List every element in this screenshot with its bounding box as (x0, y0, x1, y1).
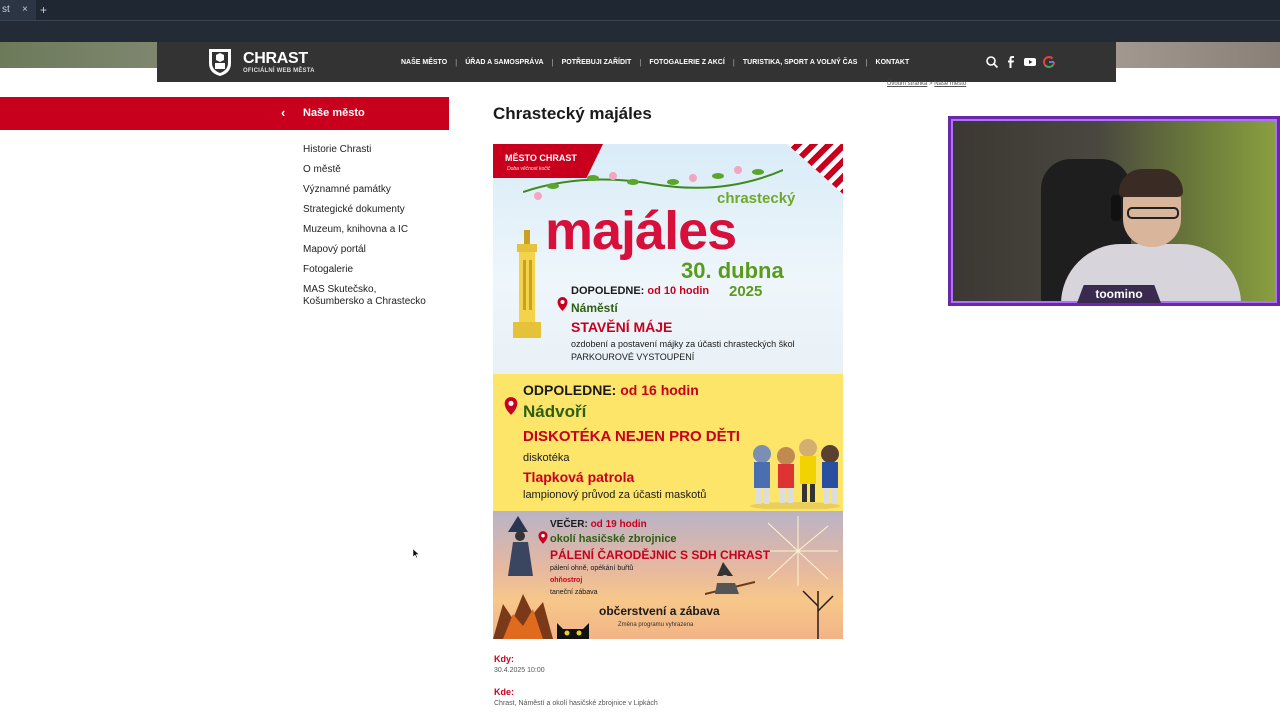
browser-tabbar: st × + (0, 0, 1280, 20)
nav-kontakt[interactable]: KONTAKT (872, 59, 914, 66)
nav-potrebuji-zaridit[interactable]: POTŘEBUJI ZAŘÍDIT (558, 59, 636, 66)
new-tab-button[interactable]: + (40, 0, 47, 20)
poster-evening-time: od 19 hodin (590, 519, 647, 530)
poster-afternoon-event: DISKOTÉKA NEJEN PRO DĚTI (523, 428, 740, 445)
breadcrumb-home[interactable]: Úvodní stránka (887, 81, 927, 87)
youtube-icon[interactable] (1023, 55, 1037, 69)
poster-afternoon-desc: diskotéka (523, 452, 570, 464)
nav-separator: | (639, 57, 642, 67)
event-when-label: Kdy: (494, 654, 514, 664)
event-where-value: Chrast, Náměstí a okolí hasičské zbrojni… (494, 700, 658, 707)
page-title: Chrastecký majáles (493, 104, 652, 123)
poster-afternoon-place: Nádvoří (523, 402, 587, 421)
site-brand[interactable]: CHRAST (243, 50, 308, 68)
event-when-value: 30.4.2025 10:00 (494, 667, 545, 674)
nav-nase-mesto[interactable]: NAŠE MĚSTO (397, 59, 451, 66)
poster-morning-time: od 10 hodin (647, 285, 710, 297)
poster-evening-label: VEČER: od 19 hodin (550, 519, 647, 530)
tab-label: st (2, 4, 10, 15)
poster-morning-desc: ozdobení a postavení májky za účasti chr… (571, 339, 795, 349)
poster-morning-place: Náměstí (571, 301, 618, 315)
poster-evening-label-text: VEČER: (550, 519, 588, 530)
event-where-label: Kde: (494, 687, 514, 697)
site-navbar: CHRAST OFICIÁLNÍ WEB MĚSTA NAŠE MĚSTO | … (157, 42, 1116, 82)
close-tab-icon[interactable]: × (22, 0, 28, 20)
poster-afternoon-special: Tlapková patrola (523, 469, 635, 485)
poster-evening-place: okolí hasičské zbrojnice (550, 533, 677, 545)
nav-separator: | (455, 57, 458, 67)
sidebar-item-muzeum[interactable]: Muzeum, knihovna a IC (303, 224, 453, 236)
nav-fotogalerie[interactable]: FOTOGALERIE Z AKCÍ (645, 59, 728, 66)
sidebar-item-mas-line2: Košumbersko a Chrastecko (303, 296, 426, 307)
facebook-icon[interactable] (1004, 55, 1018, 69)
poster-year: 2025 (729, 283, 763, 300)
witch-figure-left (508, 516, 533, 576)
location-pin-icon (538, 531, 548, 544)
poster-afternoon-label-text: ODPOLEDNE: (523, 382, 617, 398)
breadcrumb-separator: > (929, 81, 933, 87)
webcam-frame-border (951, 119, 1277, 303)
sidebar-item-pamatky[interactable]: Významné památky (303, 184, 453, 196)
poster-afternoon-desc2: lampionový průvod za účasti maskotů (523, 489, 707, 501)
google-icon[interactable] (1042, 55, 1056, 69)
poster-evening-event: PÁLENÍ ČARODĚJNIC S SDH CHRAST (550, 548, 771, 562)
browser-toolbar (0, 20, 1280, 42)
witch-on-broom-illustration (705, 562, 755, 595)
black-cat-illustration (557, 623, 589, 639)
sidebar-item-fotogalerie[interactable]: Fotogalerie (303, 264, 453, 276)
poster-afternoon-time: od 16 hodin (620, 382, 699, 398)
poster-evening-desc3: taneční zábava (550, 589, 598, 596)
tower-illustration (513, 230, 541, 338)
poster-evening-desc1: pálení ohně, opékání buřtů (550, 565, 634, 572)
search-icon[interactable] (985, 55, 999, 69)
location-pin-icon (504, 397, 518, 415)
breadcrumb-current[interactable]: Naše město (934, 81, 966, 87)
poster-morning-event: STAVĚNÍ MÁJE (571, 319, 673, 335)
nav-turistika[interactable]: TURISTIKA, SPORT A VOLNÝ ČAS (739, 59, 862, 66)
poster-morning-desc2: PARKOUROVÉ VYSTOUPENÍ (571, 352, 695, 362)
poster-date: 30. dubna (681, 258, 784, 283)
sidebar-item-mas[interactable]: MAS Skutečsko, Košumbersko a Chrastecko (303, 284, 453, 308)
browser-tab[interactable]: st (0, 0, 36, 20)
main-nav: NAŠE MĚSTO | ÚŘAD A SAMOSPRÁVA | POTŘEBU… (397, 42, 913, 82)
poster-evening-desc2: ohňostroj (550, 577, 583, 584)
breadcrumb: Úvodní stránka > Naše město (887, 81, 966, 87)
nav-icons (985, 55, 1056, 69)
poster-note: Změna programu vyhrazena (618, 622, 694, 628)
site-brand-subtitle: OFICIÁLNÍ WEB MĚSTA (243, 68, 315, 74)
sidebar-item-mapovy-portal[interactable]: Mapový portál (303, 244, 453, 256)
sidebar-header[interactable]: ‹ Naše město (0, 97, 449, 130)
nav-separator: | (551, 57, 554, 67)
streamer-webcam-overlay: toomino (948, 116, 1280, 306)
poster-majales: majáles (545, 201, 737, 261)
poster-refreshments: občerstvení a zábava (599, 604, 720, 618)
streamer-name-plate: toomino (1077, 285, 1161, 303)
poster-morning-label-text: DOPOLEDNE: (571, 285, 645, 297)
location-pin-icon (557, 297, 568, 311)
paw-patrol-mascots-illustration (750, 439, 840, 509)
mouse-cursor-icon (413, 549, 419, 558)
nav-separator: | (865, 57, 868, 67)
chevron-left-icon[interactable]: ‹ (281, 105, 285, 120)
event-poster-image[interactable]: MĚSTO CHRAST Doba věčnost kočič chrastec… (493, 144, 843, 639)
nav-urad-a-samosprava[interactable]: ÚŘAD A SAMOSPRÁVA (461, 59, 547, 66)
poster-afternoon-label: ODPOLEDNE: od 16 hodin (523, 382, 699, 398)
sidebar-item-historie[interactable]: Historie Chrasti (303, 144, 453, 156)
city-coat-of-arms-logo[interactable] (207, 47, 233, 77)
fireworks-illustration (760, 516, 838, 639)
sidebar-item-o-meste[interactable]: O městě (303, 164, 453, 176)
sidebar-item-mas-line1: MAS Skutečsko, (303, 284, 377, 295)
sidebar-item-strategicke-dokumenty[interactable]: Strategické dokumenty (303, 204, 453, 216)
bonfire-illustration (493, 594, 553, 639)
poster-morning-label: DOPOLEDNE: od 10 hodin (571, 285, 709, 297)
sidebar-title: Naše město (303, 107, 365, 119)
nav-separator: | (732, 57, 735, 67)
sidebar-menu: Historie Chrasti O městě Významné památk… (303, 144, 453, 308)
